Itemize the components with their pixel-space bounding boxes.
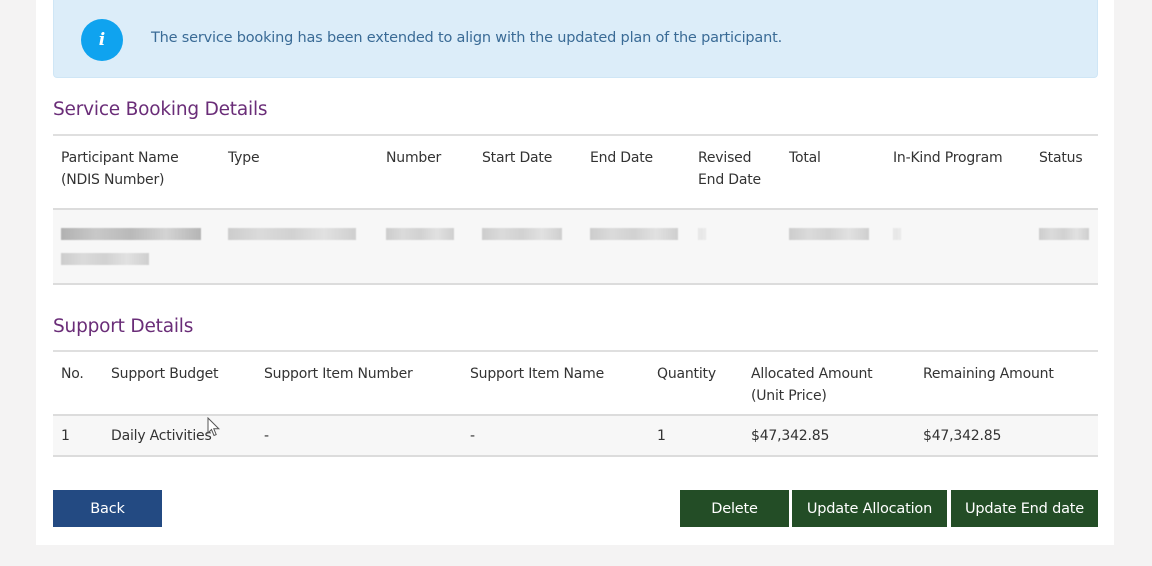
number-cell-redacted bbox=[378, 209, 474, 284]
end-date-cell-redacted bbox=[582, 209, 690, 284]
update-allocation-button[interactable]: Update Allocation bbox=[792, 490, 947, 527]
col-start-date: Start Date bbox=[482, 150, 553, 166]
revised-end-date-cell-redacted bbox=[690, 209, 781, 284]
col-in-kind-program: In-Kind Program bbox=[893, 150, 1003, 166]
service-booking-details-title: Service Booking Details bbox=[53, 99, 268, 120]
in-kind-program-cell-redacted bbox=[885, 209, 1031, 284]
table-row[interactable] bbox=[53, 209, 1098, 284]
start-date-cell-redacted bbox=[474, 209, 582, 284]
info-alert: i The service booking has been extended … bbox=[53, 0, 1098, 78]
allocated-amount-cell: $47,342.85 bbox=[751, 428, 830, 444]
type-cell-redacted bbox=[220, 209, 378, 284]
col-no: No. bbox=[61, 366, 84, 382]
col-status: Status bbox=[1039, 150, 1083, 166]
col-end-date: End Date bbox=[590, 150, 653, 166]
delete-button[interactable]: Delete bbox=[680, 490, 789, 527]
support-budget-cell: Daily Activities bbox=[111, 428, 212, 444]
support-details-table: No. Support Budget Support Item Number S… bbox=[53, 350, 1098, 457]
alert-message: The service booking has been extended to… bbox=[151, 30, 783, 46]
participant-name-cell-redacted bbox=[53, 209, 220, 284]
back-button[interactable]: Back bbox=[53, 490, 162, 527]
service-booking-header-row: Participant Name (NDIS Number) Type Numbe… bbox=[53, 135, 1098, 209]
col-quantity: Quantity bbox=[657, 366, 716, 382]
quantity-cell: 1 bbox=[657, 428, 666, 444]
col-type: Type bbox=[228, 150, 260, 166]
col-remaining-amount: Remaining Amount bbox=[923, 366, 1054, 382]
update-end-date-button[interactable]: Update End date bbox=[951, 490, 1098, 527]
col-support-item-number: Support Item Number bbox=[264, 366, 413, 382]
col-allocated-amount: Allocated Amount (Unit Price) bbox=[751, 366, 873, 404]
status-cell-redacted bbox=[1031, 209, 1098, 284]
total-cell-redacted bbox=[781, 209, 885, 284]
col-participant-name: Participant Name (NDIS Number) bbox=[61, 150, 179, 188]
support-details-header-row: No. Support Budget Support Item Number S… bbox=[53, 351, 1098, 415]
support-details-title: Support Details bbox=[53, 316, 194, 337]
service-booking-card: i The service booking has been extended … bbox=[36, 0, 1114, 545]
col-total: Total bbox=[789, 150, 821, 166]
support-item-name-cell: - bbox=[470, 428, 475, 444]
col-support-item-name: Support Item Name bbox=[470, 366, 605, 382]
support-item-number-cell: - bbox=[264, 428, 269, 444]
remaining-amount-cell: $47,342.85 bbox=[923, 428, 1002, 444]
col-revised-end-date: Revised End Date bbox=[698, 150, 761, 188]
col-support-budget: Support Budget bbox=[111, 366, 219, 382]
service-booking-table: Participant Name (NDIS Number) Type Numbe… bbox=[53, 134, 1098, 285]
info-icon: i bbox=[81, 18, 123, 61]
no-cell: 1 bbox=[61, 428, 70, 444]
mouse-cursor-icon bbox=[207, 417, 221, 437]
col-number: Number bbox=[386, 150, 442, 166]
